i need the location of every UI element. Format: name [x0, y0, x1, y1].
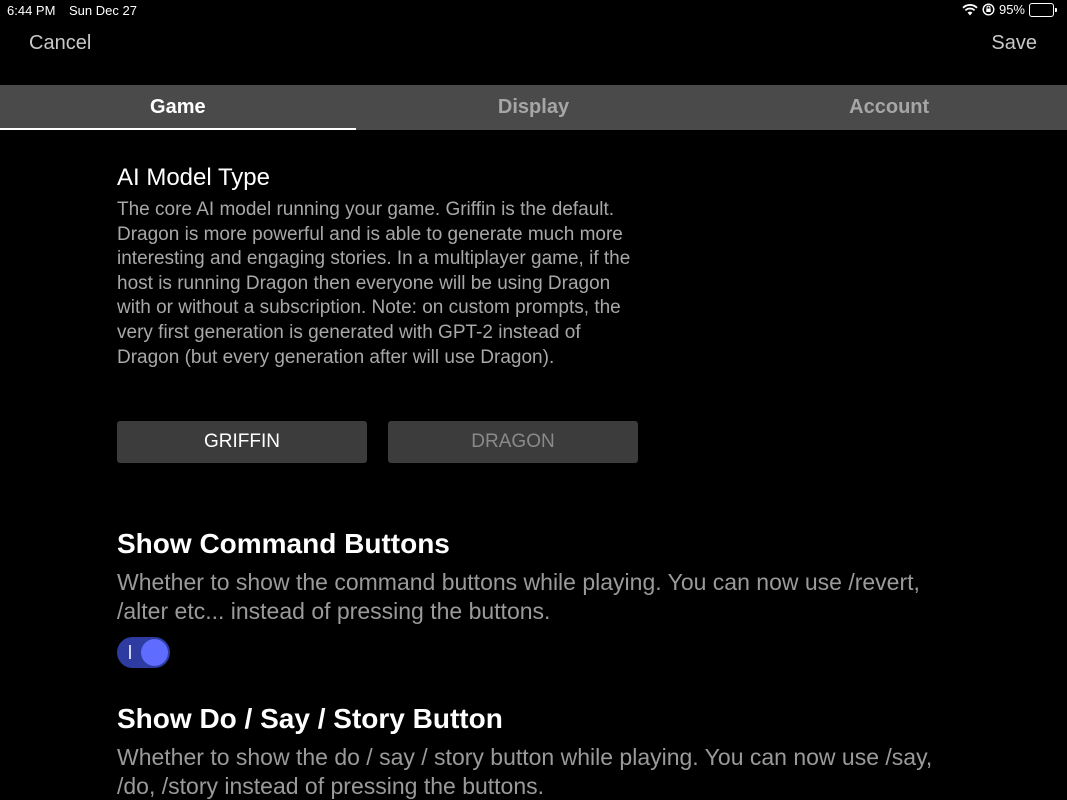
battery-percent: 95% — [998, 2, 1025, 17]
status-bar: 6:44 PM Sun Dec 27 95% — [0, 0, 1067, 22]
ai-model-description: The core AI model running your game. Gri… — [117, 199, 631, 368]
status-indicators: 95% — [962, 2, 1057, 17]
status-date: Sun Dec 27 — [69, 3, 137, 18]
command-buttons-title: Show Command Buttons — [117, 528, 450, 559]
tab-game[interactable]: Game — [0, 85, 356, 130]
command-buttons-description: Whether to show the command buttons whil… — [117, 569, 920, 624]
dragon-button[interactable]: DRAGON — [388, 421, 638, 463]
toggle-knob — [141, 639, 168, 666]
settings-screen: 6:44 PM Sun Dec 27 95% Cancel Save Game … — [0, 0, 1067, 800]
tab-account[interactable]: Account — [711, 85, 1067, 130]
griffin-button[interactable]: GRIFFIN — [117, 421, 367, 463]
save-button[interactable]: Save — [991, 32, 1037, 55]
command-buttons-toggle[interactable] — [117, 637, 170, 668]
tab-display[interactable]: Display — [356, 85, 712, 130]
toggle-on-mark — [129, 645, 131, 659]
cancel-button[interactable]: Cancel — [29, 32, 91, 55]
settings-tab-bar: Game Display Account — [0, 85, 1067, 130]
lock-rotation-icon — [982, 3, 995, 16]
ai-model-title: AI Model Type — [117, 164, 270, 191]
wifi-icon — [962, 3, 978, 16]
do-say-story-title: Show Do / Say / Story Button — [117, 703, 503, 734]
battery-icon — [1029, 2, 1057, 17]
status-time: 6:44 PM — [7, 3, 56, 18]
do-say-story-description: Whether to show the do / say / story but… — [117, 744, 933, 799]
